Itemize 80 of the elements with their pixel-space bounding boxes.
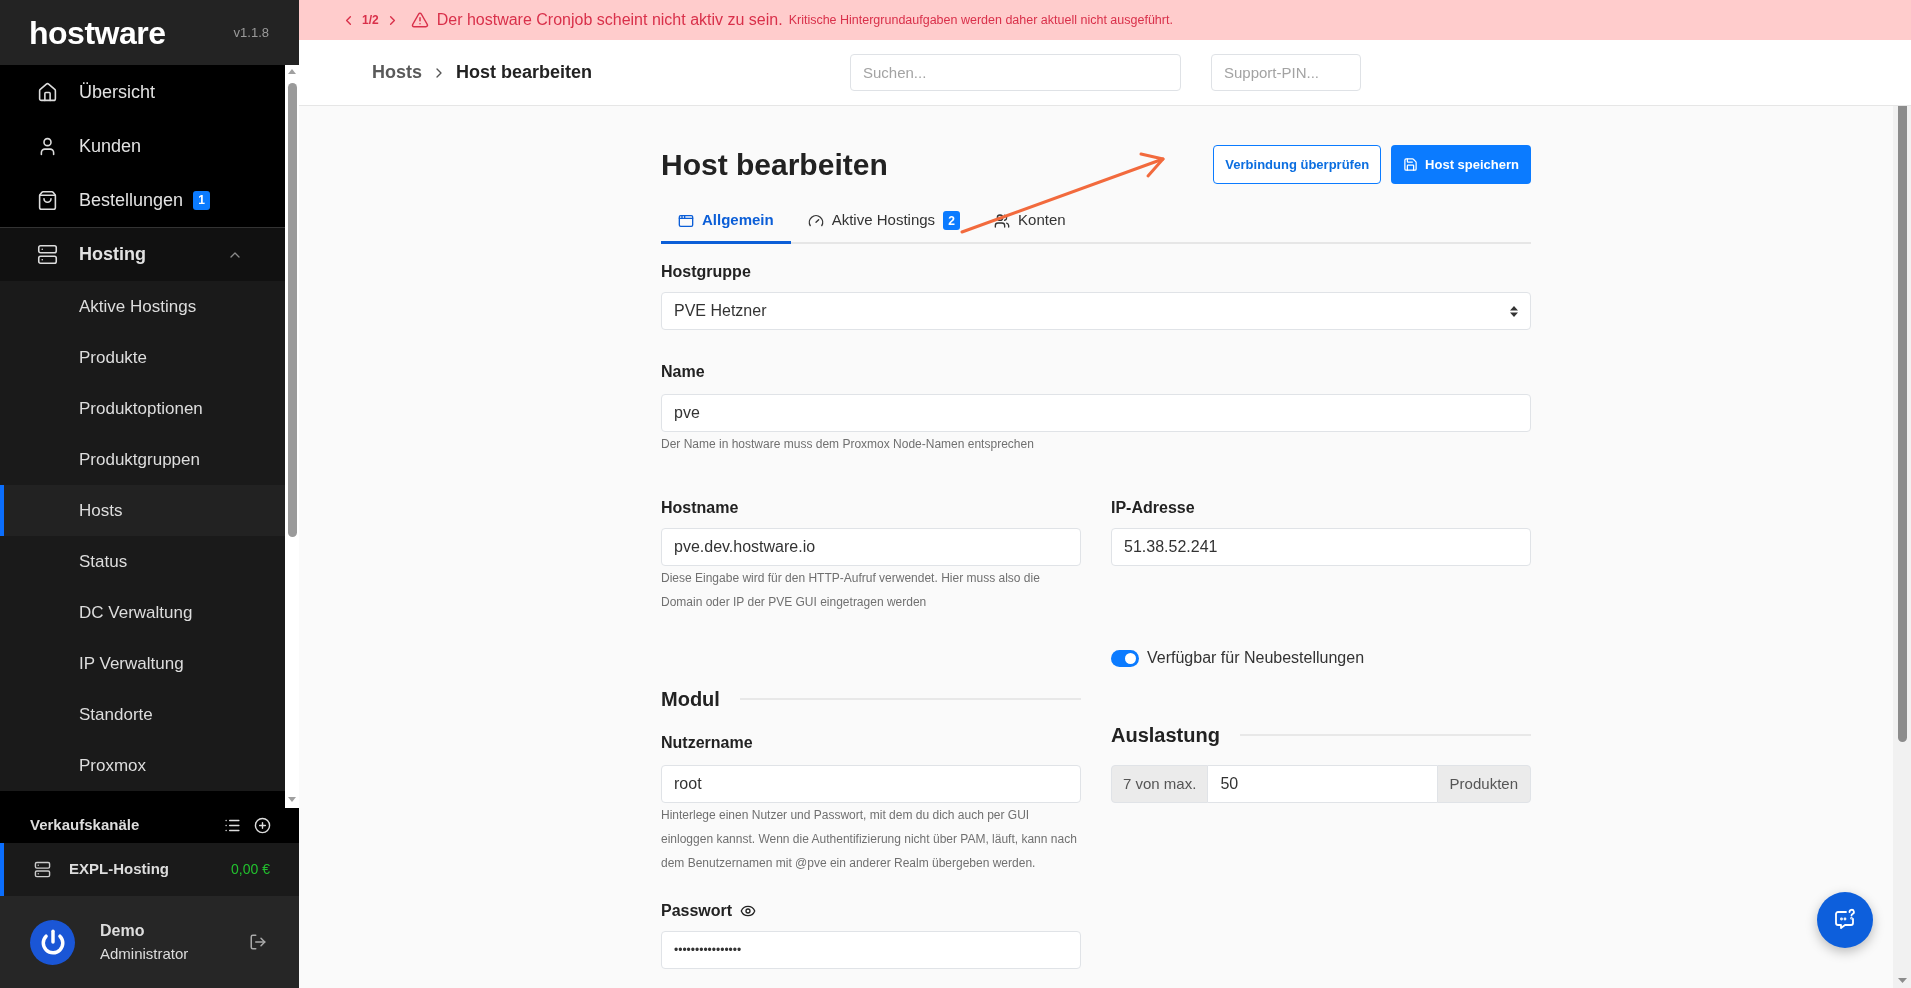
gauge-icon (807, 212, 824, 229)
tab[interactable]: Aktive Hostings 2 (790, 200, 978, 244)
sidebar-subitem[interactable]: Produkte (0, 332, 285, 383)
channel-balance: 0,00 € (231, 860, 270, 879)
page-title: Host bearbeiten (661, 147, 888, 183)
field-label: Nutzername (661, 734, 753, 751)
sales-channel-item[interactable]: EXPL-Hosting 0,00 € (0, 843, 299, 896)
ip-input[interactable]: 51.38.52.241 (1111, 528, 1531, 566)
field-label: IP-Adresse (1111, 498, 1196, 518)
sidebar-item[interactable]: Hosting (0, 227, 285, 281)
sidebar-subitem[interactable]: Status (0, 536, 285, 587)
password-input[interactable]: •••••••••••••••• (661, 931, 1081, 969)
sidebar-subitem[interactable]: Produktgruppen (0, 434, 285, 485)
page-scrollbar[interactable] (1893, 106, 1911, 988)
field-label: Hostname (661, 498, 740, 518)
sort-caret-icon (1510, 305, 1518, 317)
home-icon (37, 81, 58, 103)
avatar-icon (30, 919, 75, 965)
sidebar-subitem[interactable]: IP Verwaltung (0, 638, 285, 689)
server-icon (34, 861, 51, 878)
section-heading: Auslastung (1111, 723, 1220, 748)
scroll-down-icon[interactable] (288, 797, 296, 802)
capacity-prefix: 7 von max. (1111, 765, 1209, 803)
help-chat-button[interactable] (1817, 892, 1873, 948)
check-connection-button[interactable]: Verbindung überprüfen (1213, 145, 1382, 184)
breadcrumb-link[interactable]: Hosts (372, 59, 422, 86)
section-label: Verkaufskanäle (30, 815, 140, 836)
username-input[interactable]: root (661, 765, 1081, 803)
banner-message: Der hostware Cronjob scheint nicht aktiv zu sein. (436, 10, 783, 30)
logout-icon[interactable] (249, 933, 267, 951)
banner-detail: Kritische Hintergrundaufgaben werden daher aktuell nicht ausgeführt. (788, 11, 1173, 29)
window-icon (678, 212, 694, 229)
field-label: Passwort (661, 901, 733, 921)
field-label: Hostgruppe (661, 262, 752, 282)
name-input[interactable]: pve (661, 394, 1531, 432)
scrollbar-thumb[interactable] (287, 83, 297, 537)
sidebar-subitem[interactable]: Standorte (0, 689, 285, 740)
save-icon (1403, 157, 1419, 172)
chat-help-icon (1833, 908, 1857, 932)
scroll-up-icon[interactable] (288, 69, 296, 74)
count-badge: 1 (193, 190, 211, 210)
warning-icon (410, 11, 429, 29)
field-hint: Diese Eingabe wird für den HTTP-Aufruf verwendet. Hier muss also die Domain oder IP der PVE GUI eingetragen werden (661, 570, 1041, 611)
field-hint: Der Name in hostware muss dem Proxmox Node-Namen entsprechen (661, 436, 1035, 453)
version-label: v1.1.8 (233, 23, 269, 42)
add-icon[interactable] (254, 817, 271, 834)
support-pin-field[interactable]: Support-PIN... (1211, 54, 1361, 91)
bag-icon (37, 189, 58, 211)
channel-name: EXPL-Hosting (69, 859, 170, 880)
page-counter: 1/2 (362, 12, 379, 29)
user-name: Demo (100, 921, 146, 941)
users-icon (994, 212, 1011, 229)
hostname-input[interactable]: pve.dev.hostware.io (661, 528, 1081, 566)
search-field[interactable]: Suchen... (850, 54, 1181, 91)
sidebar-subitem[interactable]: Hosts (0, 485, 285, 536)
capacity-input[interactable]: 50 (1208, 765, 1437, 803)
capacity-suffix: Produkten (1436, 765, 1531, 803)
list-icon[interactable] (224, 817, 241, 834)
count-badge: 2 (943, 211, 961, 230)
eye-icon[interactable] (740, 903, 757, 919)
server-icon (37, 244, 58, 265)
tab[interactable]: Konten (977, 200, 1083, 244)
scroll-down-icon[interactable] (1897, 978, 1907, 983)
field-label: Name (661, 363, 705, 380)
scrollbar-thumb[interactable] (1897, 106, 1907, 742)
sidebar-subitem[interactable]: Proxmox (0, 740, 285, 791)
section-heading: Modul (661, 687, 720, 712)
field-hint: Hinterlege einen Nutzer und Passwort, mit dem du dich auch per GUI einloggen kannst. Wenn die Authentifizierung nicht über PAM, läuft, kann nach dem Benutzernamen mit @pve ein anderer Realm übergeben werden. (661, 807, 1078, 872)
toggle-label: Verfügbar für Neubestellungen (1147, 648, 1365, 668)
sidebar-subitem[interactable]: Produktoptionen (0, 383, 285, 434)
sidebar-scrollbar[interactable] (285, 65, 299, 808)
sidebar-subitem[interactable]: Aktive Hostings (0, 281, 285, 332)
sidebar-subitem[interactable]: DC Verwaltung (0, 587, 285, 638)
save-button[interactable]: Host speichern (1391, 145, 1531, 184)
hostgroup-select[interactable]: PVE Hetzner (661, 292, 1531, 330)
breadcrumb-current: Host bearbeiten (456, 61, 593, 84)
logo: hostware (29, 16, 166, 49)
tab[interactable]: Allgemein (661, 200, 791, 244)
user-role: Administrator (100, 944, 190, 964)
toggle-switch[interactable] (1111, 649, 1139, 667)
